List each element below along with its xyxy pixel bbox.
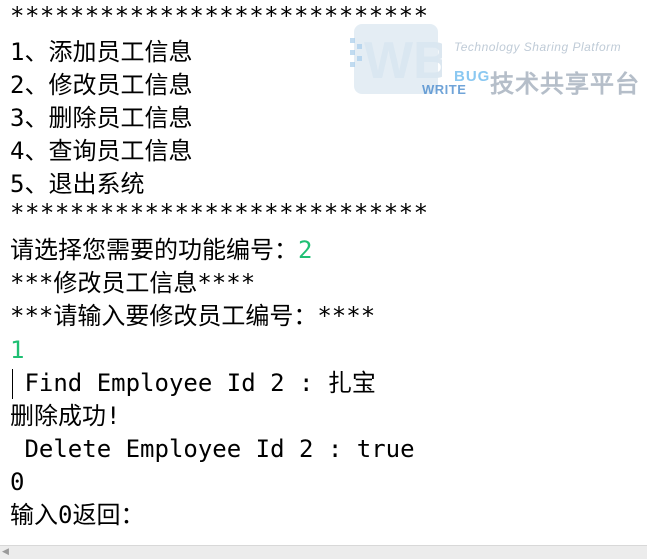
- select-input-value: 2: [298, 236, 313, 264]
- watermark-write: WRITE: [422, 82, 467, 97]
- horizontal-scrollbar[interactable]: ◀: [0, 545, 647, 559]
- scroll-left-arrow-icon[interactable]: ◀: [2, 547, 9, 557]
- watermark-tagline: Technology Sharing Platform: [454, 40, 622, 54]
- stars-separator-bottom: ****************************: [10, 199, 429, 227]
- select-prompt-line: 请选择您需要的功能编号：2: [10, 234, 312, 267]
- delete-success-message: 删除成功!: [10, 402, 121, 430]
- delete-employee-line: Delete Employee Id 2 : true: [10, 435, 415, 463]
- menu-item-query: 4、查询员工信息: [10, 137, 193, 165]
- menu-item-add: 1、添加员工信息: [10, 38, 193, 66]
- menu-item-delete: 3、删除员工信息: [10, 104, 193, 132]
- return-prompt: 输入0返回：: [10, 501, 145, 529]
- watermark-cn-text: 技术共享平台: [490, 70, 640, 98]
- select-prompt: 请选择您需要的功能编号：: [10, 236, 298, 264]
- modify-header: ***修改员工信息****: [10, 269, 256, 297]
- employee-id-prompt: ***请输入要修改员工编号：****: [10, 302, 376, 330]
- watermark: WB Technology Sharing Platform BUG WRITE…: [340, 10, 647, 100]
- employee-id-input-value: 1: [10, 336, 25, 364]
- zero-output-line: 0: [10, 468, 25, 496]
- menu-item-modify: 2、修改员工信息: [10, 71, 193, 99]
- find-employee-line: Find Employee Id 2 : 扎宝: [10, 369, 376, 397]
